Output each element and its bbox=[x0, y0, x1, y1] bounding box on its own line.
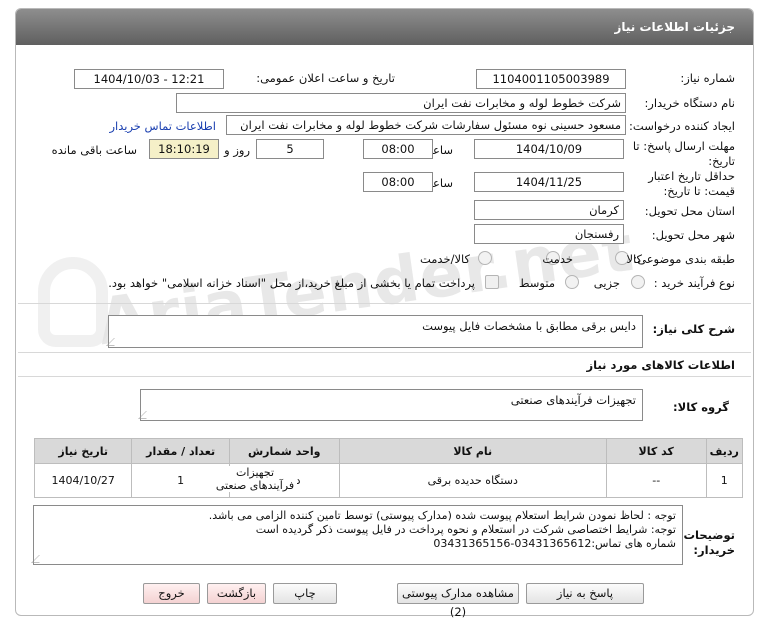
cell-group-extra: تجهیزات فرآیندهای صنعتی bbox=[213, 466, 297, 492]
notes-line-1: توجه : لحاظ نمودن شرایط استعلام پیوست شد… bbox=[208, 509, 676, 522]
resize-grip-icon[interactable] bbox=[138, 411, 154, 419]
remaining-label: ساعت باقی مانده bbox=[51, 143, 137, 157]
need-number-field: 1104001105003989 bbox=[476, 69, 626, 89]
description-text: دایس برقی مطابق با مشخصات فایل پیوست bbox=[422, 319, 636, 333]
process-radio-minor[interactable] bbox=[631, 275, 645, 289]
goods-group-textarea[interactable]: تجهیزات فرآیندهای صنعتی bbox=[138, 389, 643, 421]
validity-time-field: 08:00 bbox=[363, 172, 433, 192]
divider bbox=[18, 376, 751, 377]
category-option-goods-service: کالا/خدمت bbox=[419, 252, 470, 266]
col-header-unit: واحد شمارش bbox=[228, 438, 340, 464]
cell-row: 1 bbox=[705, 463, 744, 498]
cell-code: -- bbox=[605, 463, 707, 498]
days-label: روز و bbox=[224, 143, 250, 157]
notes-line-2: توجه: شرایط اختصاصی شرکت در استعلام و نح… bbox=[255, 523, 676, 536]
buyer-org-label: نام دستگاه خریدار: bbox=[644, 96, 735, 110]
deadline-time-field: 08:00 bbox=[363, 139, 433, 159]
process-option-medium: متوسط bbox=[518, 276, 555, 290]
announce-field: 1404/10/03 - 12:21 bbox=[74, 69, 224, 89]
table-row[interactable]: 1 -- دستگاه حدیده برقی دستگاه 1 1404/10/… bbox=[33, 463, 744, 498]
print-button[interactable]: چاپ bbox=[273, 583, 337, 604]
divider bbox=[18, 303, 751, 304]
goods-section-title: اطلاعات کالاهای مورد نیاز bbox=[586, 358, 735, 372]
description-textarea[interactable]: دایس برقی مطابق با مشخصات فایل پیوست bbox=[106, 315, 643, 348]
creator-label: ایجاد کننده درخواست: bbox=[629, 119, 735, 133]
cell-name: دستگاه حدیده برقی bbox=[338, 463, 607, 498]
category-option-service: خدمت bbox=[542, 252, 573, 266]
notes-line-3: شماره های تماس:03431365612-03431365156 bbox=[433, 537, 676, 550]
treasury-note: پرداخت تمام یا بخشی از مبلغ خرید،از محل … bbox=[108, 276, 475, 290]
city-field: رفسنجان bbox=[474, 224, 624, 244]
divider bbox=[18, 352, 751, 353]
page-title: جزئیات اطلاعات نیاز bbox=[614, 20, 735, 34]
city-label: شهر محل تحویل: bbox=[651, 228, 735, 242]
description-label: شرح کلی نیاز: bbox=[652, 322, 735, 336]
attachments-button[interactable]: مشاهده مدارک پیوستی (2) bbox=[397, 583, 519, 619]
validity-label: حداقل تاریخ اعتبار قیمت: تا تاریخ: bbox=[648, 169, 735, 198]
process-option-minor: جزیی bbox=[593, 276, 620, 290]
creator-field: مسعود حسینی نوه مسئول سفارشات شرکت خطوط … bbox=[226, 115, 626, 135]
province-label: استان محل تحویل: bbox=[644, 204, 735, 218]
deadline-date-field: 1404/10/09 bbox=[474, 139, 624, 159]
goods-group-label: گروه کالا: bbox=[673, 400, 729, 414]
items-table: ردیف کد کالا نام کالا واحد شمارش تعداد /… bbox=[33, 438, 744, 498]
province-field: کرمان bbox=[474, 200, 624, 220]
goods-group-text: تجهیزات فرآیندهای صنعتی bbox=[510, 393, 636, 407]
days-field: 5 bbox=[256, 139, 324, 159]
exit-button[interactable]: خروج bbox=[143, 583, 200, 604]
notes-textarea[interactable]: توجه : لحاظ نمودن شرایط استعلام پیوست شد… bbox=[31, 505, 683, 565]
announce-label: تاریخ و ساعت اعلان عمومی: bbox=[256, 71, 395, 85]
cell-date: 1404/10/27 bbox=[33, 463, 133, 498]
buyer-org-field: شرکت خطوط لوله و مخابرات نفت ایران bbox=[176, 93, 626, 113]
category-option-goods: کالا bbox=[626, 252, 642, 266]
col-header-code: کد کالا bbox=[605, 438, 707, 464]
col-header-name: نام کالا bbox=[338, 438, 607, 464]
process-label: نوع فرآیند خرید : bbox=[653, 276, 735, 290]
validity-date-field: 1404/11/25 bbox=[474, 172, 624, 192]
details-panel: جزئیات اطلاعات نیاز AriaTender.net شماره… bbox=[15, 8, 754, 616]
need-number-label: شماره نیاز: bbox=[680, 71, 735, 85]
deadline-label: مهلت ارسال پاسخ: تا تاریخ: bbox=[632, 139, 735, 168]
table-header-row: ردیف کد کالا نام کالا واحد شمارش تعداد /… bbox=[33, 438, 744, 464]
process-radio-medium[interactable] bbox=[565, 275, 579, 289]
reply-button[interactable]: پاسخ به نیاز bbox=[526, 583, 644, 604]
remaining-time-field: 18:10:19 bbox=[149, 139, 219, 159]
treasury-checkbox[interactable] bbox=[485, 275, 499, 289]
panel-header: جزئیات اطلاعات نیاز bbox=[16, 9, 753, 45]
resize-grip-icon[interactable] bbox=[106, 338, 122, 346]
col-header-date: تاریخ نیاز bbox=[33, 438, 133, 464]
col-header-row: ردیف bbox=[705, 438, 744, 464]
category-label: طبقه بندی موضوعی: bbox=[633, 252, 735, 266]
category-radio-goods-service[interactable] bbox=[478, 251, 492, 265]
col-header-qty: تعداد / مقدار bbox=[131, 438, 230, 464]
contact-info-link[interactable]: اطلاعات تماس خریدار bbox=[109, 119, 216, 133]
back-button[interactable]: بازگشت bbox=[207, 583, 266, 604]
resize-grip-icon[interactable] bbox=[31, 555, 47, 563]
